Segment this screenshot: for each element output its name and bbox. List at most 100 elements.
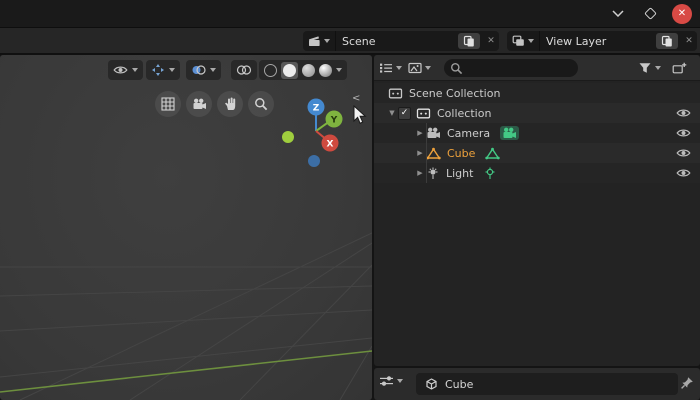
magnifier-icon [255, 98, 268, 111]
gizmo-y-label[interactable]: Y [330, 116, 338, 126]
view-layer-selector[interactable]: View Layer ✕ [507, 31, 697, 51]
light-object-icon [426, 167, 440, 180]
xray-toggle[interactable] [231, 60, 257, 80]
shading-solid-button[interactable] [281, 61, 298, 79]
region-collapse-arrow[interactable]: < [352, 93, 360, 104]
grid-icon [161, 97, 175, 111]
camera-data-icon[interactable] [500, 126, 520, 140]
filter-dropdown[interactable] [638, 58, 661, 78]
shading-wireframe-button[interactable] [264, 63, 277, 77]
display-mode-icon [408, 62, 422, 74]
disclosure-right-icon[interactable]: ▶ [414, 169, 426, 177]
check-icon: ✓ [400, 107, 409, 118]
camera-view-button[interactable] [186, 91, 212, 117]
shading-material-button[interactable] [302, 63, 315, 77]
chevron-down-icon [132, 68, 138, 72]
outliner-search[interactable] [444, 59, 578, 77]
outliner-item-label[interactable]: Camera [447, 127, 490, 140]
outliner-row-camera[interactable]: ▶ Camera [374, 123, 700, 143]
view-layer-remove-button[interactable]: ✕ [681, 36, 697, 46]
properties-editor-header: Cube [374, 368, 700, 400]
show-overlays-dropdown[interactable] [186, 60, 221, 80]
chevron-down-icon [336, 68, 342, 72]
properties-editor-type-dropdown[interactable] [379, 375, 403, 387]
view-object-types-dropdown[interactable] [108, 60, 143, 80]
gizmo-minus-z-ball [308, 155, 320, 167]
show-gizmo-dropdown[interactable] [146, 60, 180, 80]
scene-selector[interactable]: Scene ✕ [303, 31, 499, 51]
scene-browse-button[interactable] [303, 31, 336, 51]
breadcrumb-label: Cube [445, 377, 474, 391]
window-minimize-button[interactable] [608, 4, 628, 24]
display-mode-dropdown[interactable] [408, 58, 431, 78]
pin-icon[interactable] [680, 376, 694, 390]
outliner-item-label[interactable]: Collection [437, 107, 491, 120]
mesh-object-icon [426, 147, 441, 160]
duplicate-icon [463, 35, 474, 47]
topbar: Scene ✕ View Layer ✕ [0, 27, 700, 55]
disclosure-right-icon[interactable]: ▶ [414, 149, 426, 157]
scene-collection-icon [388, 87, 403, 99]
viewport-3d[interactable]: Z Y X < [0, 55, 372, 400]
search-input[interactable] [467, 61, 572, 75]
eye-icon [113, 66, 128, 74]
outliner-row-scene-collection[interactable]: Scene Collection [374, 83, 700, 103]
mesh-data-icon[interactable] [485, 147, 501, 160]
view-layer-copy-button[interactable] [656, 33, 678, 49]
window-close-button[interactable]: ✕ [672, 3, 692, 24]
new-collection-icon [672, 62, 687, 74]
outliner-row-cube[interactable]: ▶ Cube [374, 143, 700, 163]
pan-view-button[interactable] [217, 91, 243, 117]
shading-rendered-button[interactable] [319, 63, 332, 77]
collection-checkbox[interactable]: ✓ [398, 106, 411, 120]
chevron-down-icon [210, 68, 216, 72]
visibility-eye-icon[interactable] [676, 168, 691, 178]
chevron-down-icon [528, 39, 534, 43]
scene-icon [309, 36, 320, 46]
outliner-item-label[interactable]: Cube [447, 147, 475, 160]
solid-sphere-icon [283, 63, 296, 77]
gizmo-x-label[interactable]: X [327, 140, 334, 150]
outliner-item-label[interactable]: Light [446, 167, 473, 180]
toggle-perspective-button[interactable] [155, 91, 181, 117]
search-icon [451, 62, 463, 74]
hand-icon [224, 97, 235, 110]
camera-object-icon [426, 127, 441, 139]
disclosure-down-icon[interactable]: ▼ [386, 109, 398, 117]
wireframe-sphere-icon [264, 63, 277, 77]
view-layer-browse-button[interactable] [507, 31, 540, 51]
scene-name[interactable]: Scene [336, 35, 458, 48]
overlays-icon [192, 65, 206, 75]
visibility-eye-icon[interactable] [676, 108, 691, 118]
scene-unlink-button[interactable]: ✕ [483, 36, 499, 46]
gizmo-icon [152, 64, 164, 76]
chevron-down-icon [655, 66, 661, 70]
outliner-row-collection[interactable]: ▼ ✓ Collection [374, 103, 700, 123]
right-panel-column: Scene Collection ▼ ✓ Collection ▶ Camera [374, 55, 700, 400]
window-maximize-button[interactable] [640, 4, 660, 24]
rendered-sphere-icon [319, 63, 332, 77]
close-icon: ✕ [677, 8, 687, 19]
duplicate-icon [661, 35, 672, 47]
scene-copy-button[interactable] [458, 33, 480, 49]
gizmo-z-label[interactable]: Z [313, 104, 320, 114]
visibility-eye-icon[interactable] [676, 128, 691, 138]
outliner-editor: Scene Collection ▼ ✓ Collection ▶ Camera [374, 55, 700, 366]
shading-mode-group [259, 60, 347, 80]
zoom-view-button[interactable] [248, 91, 274, 117]
outliner-header [374, 55, 700, 81]
navigation-gizmo[interactable]: Z Y X [280, 95, 352, 171]
new-collection-button[interactable] [672, 58, 687, 78]
view-layer-icon [512, 35, 524, 46]
disclosure-right-icon[interactable]: ▶ [414, 129, 426, 137]
outliner-item-label[interactable]: Scene Collection [409, 87, 500, 100]
visibility-eye-icon[interactable] [676, 148, 691, 158]
funnel-icon [639, 63, 651, 73]
view-layer-name[interactable]: View Layer [540, 35, 656, 48]
outliner-row-light[interactable]: ▶ Light [374, 163, 700, 183]
light-data-icon[interactable] [483, 167, 497, 180]
editor-type-dropdown[interactable] [379, 58, 402, 78]
chevron-down-icon [169, 68, 175, 72]
properties-breadcrumb[interactable]: Cube [416, 373, 678, 395]
diamond-icon [643, 7, 657, 20]
